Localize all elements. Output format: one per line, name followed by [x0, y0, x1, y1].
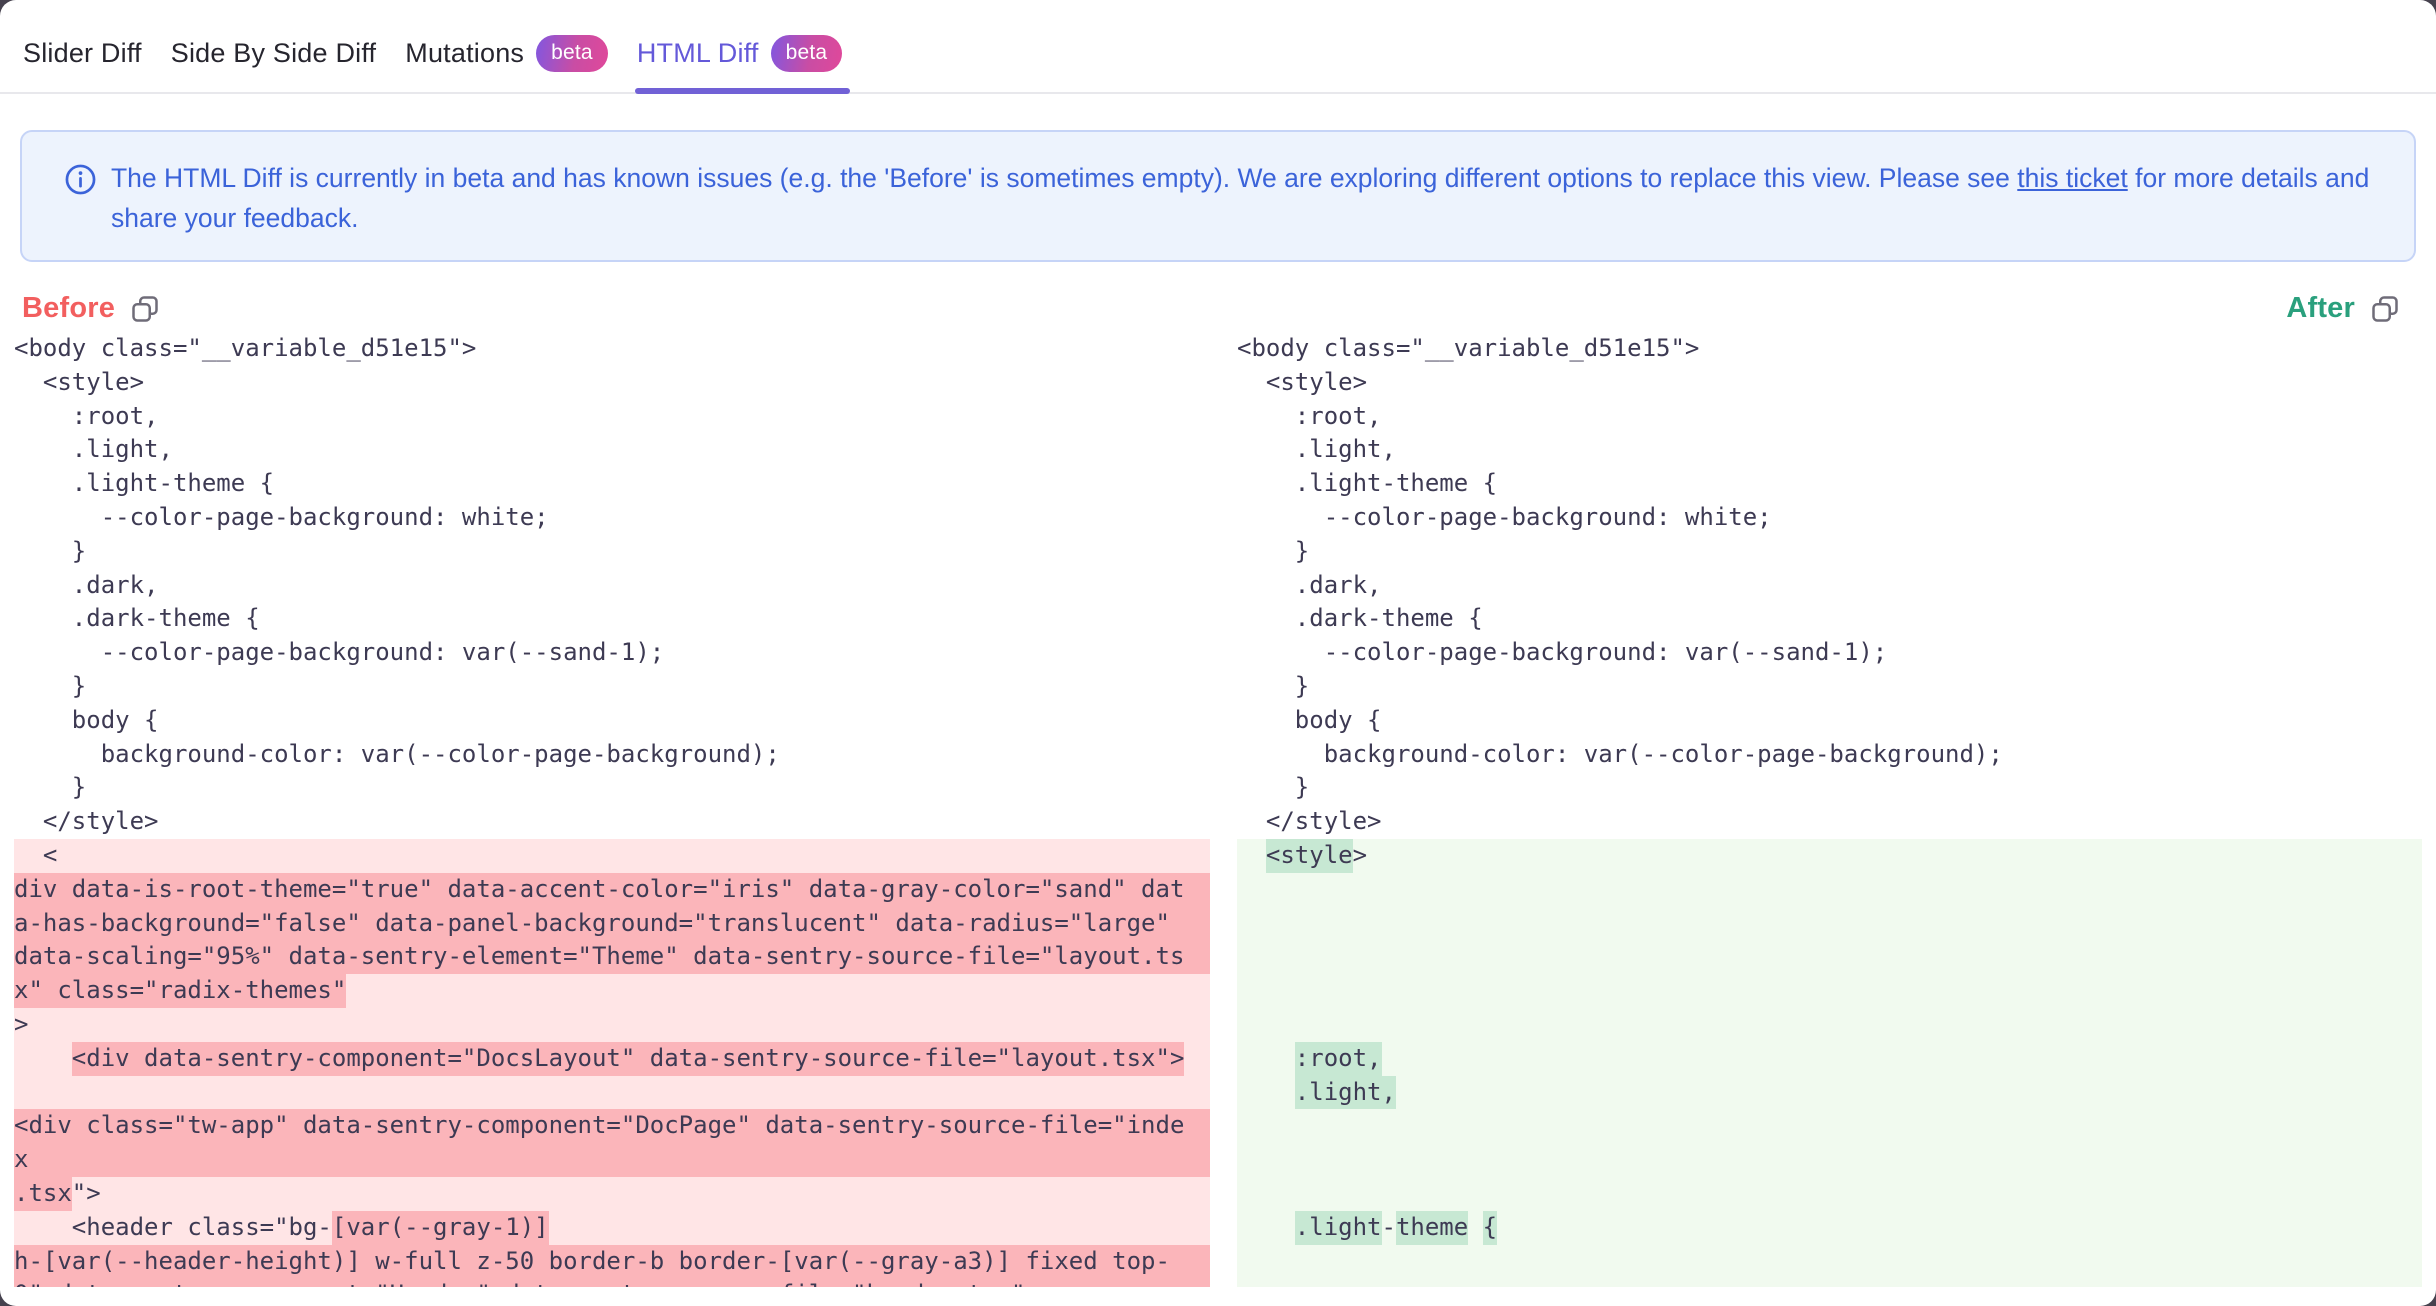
before-header: Before — [22, 292, 160, 325]
ticket-link[interactable]: this ticket — [2017, 163, 2127, 193]
code-line: :root, — [14, 400, 1210, 434]
code-line: <body class="__variable_d51e15"> — [14, 332, 1210, 366]
code-line: > — [14, 1008, 1210, 1042]
code-line — [1237, 873, 2422, 907]
tab-html-diff[interactable]: HTML Diff beta — [637, 14, 843, 92]
code-line — [1237, 1245, 2422, 1279]
code-line: background-color: var(--color-page-backg… — [14, 738, 1210, 772]
code-line: .dark, — [14, 569, 1210, 603]
banner-text-segment: The HTML Diff is currently in beta and h… — [111, 163, 2017, 193]
code-line: x — [14, 1143, 1210, 1177]
code-line: body { — [14, 704, 1210, 738]
code-line: data-scaling="95%" data-sentry-element="… — [14, 940, 1210, 974]
copy-before-button[interactable] — [130, 294, 160, 324]
code-line — [14, 1076, 1210, 1110]
code-line: } — [1237, 771, 2422, 805]
code-line: } — [1237, 670, 2422, 704]
code-line — [1237, 1278, 2422, 1287]
code-line: <div class="tw-app" data-sentry-componen… — [14, 1109, 1210, 1143]
copy-after-button[interactable] — [2370, 294, 2400, 324]
tab-bar: Slider Diff Side By Side Diff Mutations … — [0, 0, 2436, 94]
diff-header: Before After — [22, 292, 2400, 325]
tab-label: Side By Side Diff — [171, 38, 377, 69]
beta-badge: beta — [771, 35, 843, 72]
before-code-panel: <body class="__variable_d51e15"> <style>… — [14, 332, 1210, 1287]
code-line: background-color: var(--color-page-backg… — [1237, 738, 2422, 772]
code-line: .light, — [1237, 433, 2422, 467]
code-line — [1237, 940, 2422, 974]
code-line: --color-page-background: white; — [14, 501, 1210, 535]
code-line: 0" data-sentry-component="Header" data-s… — [14, 1278, 1210, 1287]
after-header: After — [2286, 292, 2400, 325]
code-line: <body class="__variable_d51e15"> — [1237, 332, 2422, 366]
code-line: <div data-sentry-component="DocsLayout" … — [14, 1042, 1210, 1076]
code-line — [1237, 1143, 2422, 1177]
code-line: } — [14, 535, 1210, 569]
tab-label: Mutations — [405, 38, 524, 69]
code-line — [1237, 974, 2422, 1008]
info-icon — [64, 163, 97, 196]
code-line: --color-page-background: white; — [1237, 501, 2422, 535]
after-label: After — [2286, 292, 2355, 325]
code-diff-area: <body class="__variable_d51e15"> <style>… — [0, 332, 2436, 1287]
code-line: --color-page-background: var(--sand-1); — [14, 636, 1210, 670]
code-line: x" class="radix-themes" — [14, 974, 1210, 1008]
code-line: .light-theme { — [1237, 467, 2422, 501]
code-line: < — [14, 839, 1210, 873]
code-line: </style> — [1237, 805, 2422, 839]
code-line: :root, — [1237, 1042, 2422, 1076]
code-line: :root, — [1237, 400, 2422, 434]
code-line: div data-is-root-theme="true" data-accen… — [14, 873, 1210, 907]
after-code-panel: <body class="__variable_d51e15"> <style>… — [1237, 332, 2422, 1287]
beta-badge: beta — [536, 35, 608, 72]
code-line: body { — [1237, 704, 2422, 738]
code-line: </style> — [14, 805, 1210, 839]
copy-icon — [130, 294, 160, 324]
code-line: <style> — [1237, 839, 2422, 873]
code-line: .light, — [14, 433, 1210, 467]
tab-label: Slider Diff — [23, 38, 142, 69]
code-line — [1237, 1008, 2422, 1042]
before-label: Before — [22, 292, 115, 325]
code-line: } — [14, 670, 1210, 704]
code-line: <style> — [1237, 366, 2422, 400]
code-line — [1237, 907, 2422, 941]
code-line — [1237, 1109, 2422, 1143]
code-line: .light-theme { — [1237, 1211, 2422, 1245]
tab-slider-diff[interactable]: Slider Diff — [23, 14, 142, 92]
diff-viewer-window: Slider Diff Side By Side Diff Mutations … — [0, 0, 2436, 1306]
banner-text: The HTML Diff is currently in beta and h… — [111, 158, 2374, 238]
code-line — [1237, 1177, 2422, 1211]
code-line: --color-page-background: var(--sand-1); — [1237, 636, 2422, 670]
code-line: .dark-theme { — [14, 602, 1210, 636]
tab-mutations[interactable]: Mutations beta — [405, 14, 608, 92]
beta-info-banner: The HTML Diff is currently in beta and h… — [20, 130, 2416, 262]
copy-icon — [2370, 294, 2400, 324]
code-line: <style> — [14, 366, 1210, 400]
code-line: .light-theme { — [14, 467, 1210, 501]
code-line: a-has-background="false" data-panel-back… — [14, 907, 1210, 941]
code-line: <header class="bg-[var(--gray-1)] — [14, 1211, 1210, 1245]
code-line: .light, — [1237, 1076, 2422, 1110]
code-line: .dark-theme { — [1237, 602, 2422, 636]
code-line: .dark, — [1237, 569, 2422, 603]
tab-side-by-side-diff[interactable]: Side By Side Diff — [171, 14, 377, 92]
code-line: .tsx"> — [14, 1177, 1210, 1211]
code-line: h-[var(--header-height)] w-full z-50 bor… — [14, 1245, 1210, 1279]
code-line: } — [14, 771, 1210, 805]
tab-label: HTML Diff — [637, 38, 759, 69]
code-line: } — [1237, 535, 2422, 569]
